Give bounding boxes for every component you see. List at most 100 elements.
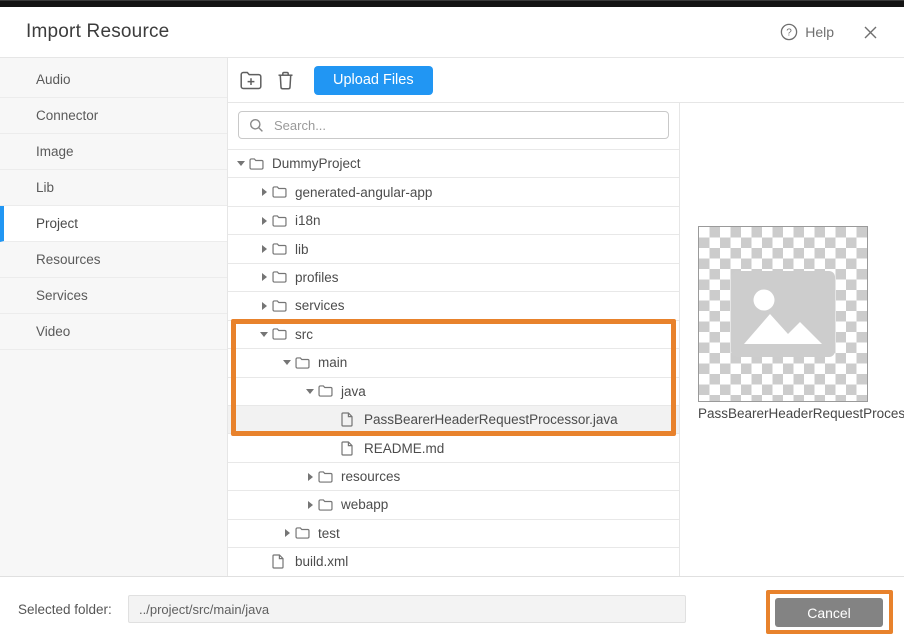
preview-image <box>698 226 868 402</box>
tree-node-label: generated-angular-app <box>295 185 432 200</box>
tree-row-readme-md[interactable]: README.md <box>228 434 679 462</box>
file-icon <box>341 441 356 456</box>
tree-node-label: webapp <box>341 497 388 512</box>
sidebar-item-image[interactable]: Image <box>0 134 227 170</box>
sidebar-item-audio[interactable]: Audio <box>0 62 227 98</box>
expand-arrow-icon[interactable] <box>256 188 272 196</box>
sidebar-item-project[interactable]: Project <box>0 206 227 242</box>
tree-row-profiles[interactable]: profiles <box>228 264 679 292</box>
folder-icon <box>272 186 287 198</box>
sidebar-item-services[interactable]: Services <box>0 278 227 314</box>
sidebar-item-lib[interactable]: Lib <box>0 170 227 206</box>
folder-icon <box>318 499 333 511</box>
close-button[interactable] <box>860 22 880 42</box>
sidebar-item-label: Audio <box>36 72 71 87</box>
search-icon <box>249 118 264 133</box>
tree-node-label: resources <box>341 469 400 484</box>
import-resource-dialog: Import Resource ? Help Audio Connector Ima… <box>0 7 904 642</box>
sidebar-item-video[interactable]: Video <box>0 314 227 350</box>
help-button[interactable]: ? Help <box>780 23 834 41</box>
collapse-arrow-icon[interactable] <box>256 332 272 337</box>
preview-pane: PassBearerHeaderRequestProcessor.java <box>680 103 904 576</box>
sidebar-item-label: Project <box>36 216 78 231</box>
tree-row-resources[interactable]: resources <box>228 463 679 491</box>
expand-arrow-icon[interactable] <box>302 473 318 481</box>
folder-icon <box>272 243 287 255</box>
help-label: Help <box>805 24 834 40</box>
tree-node-label: lib <box>295 242 309 257</box>
tree-node-label: services <box>295 298 345 313</box>
sidebar-item-label: Connector <box>36 108 98 123</box>
sidebar-item-label: Image <box>36 144 74 159</box>
tree-row-build-xml[interactable]: build.xml <box>228 548 679 576</box>
folder-plus-icon <box>240 71 262 90</box>
folder-icon <box>318 471 333 483</box>
expand-arrow-icon[interactable] <box>256 273 272 281</box>
main-content: Upload Files DummyProjectgenerat <box>228 58 904 576</box>
toolbar: Upload Files <box>228 58 904 103</box>
sidebar-item-connector[interactable]: Connector <box>0 98 227 134</box>
file-icon <box>272 554 287 569</box>
folder-icon <box>272 328 287 340</box>
image-placeholder-icon <box>731 271 835 357</box>
search-input[interactable] <box>272 117 658 134</box>
screenshot-root: Import Resource ? Help Audio Connector Ima… <box>0 0 904 642</box>
tree-row-services[interactable]: services <box>228 292 679 320</box>
expand-arrow-icon[interactable] <box>302 501 318 509</box>
tree-row-generated-angular-app[interactable]: generated-angular-app <box>228 178 679 206</box>
expand-arrow-icon[interactable] <box>256 217 272 225</box>
sidebar-item-label: Services <box>36 288 88 303</box>
help-icon: ? <box>780 23 798 41</box>
selected-folder-input[interactable] <box>128 595 686 623</box>
tree-node-label: java <box>341 384 366 399</box>
folder-icon <box>295 527 310 539</box>
tree-row-dummyproject[interactable]: DummyProject <box>228 150 679 178</box>
dialog-body: Audio Connector Image Lib Project Resources Se… <box>0 58 904 576</box>
tree-row-webapp[interactable]: webapp <box>228 491 679 519</box>
folder-icon <box>272 300 287 312</box>
sidebar-item-label: Video <box>36 324 70 339</box>
tree-row-passbearerheaderrequestprocessor-java[interactable]: PassBearerHeaderRequestProcessor.java <box>228 406 679 434</box>
new-folder-button[interactable] <box>238 67 264 93</box>
dialog-footer: Selected folder: Cancel <box>0 576 904 642</box>
tree-row-java[interactable]: java <box>228 378 679 406</box>
sidebar-item-resources[interactable]: Resources <box>0 242 227 278</box>
cancel-button[interactable]: Cancel <box>775 598 883 627</box>
expand-arrow-icon[interactable] <box>256 245 272 253</box>
background-window-strip <box>0 0 904 7</box>
sidebar-item-label: Lib <box>36 180 54 195</box>
upload-files-button[interactable]: Upload Files <box>314 66 433 95</box>
tree-row-src[interactable]: src <box>228 321 679 349</box>
dialog-header: Import Resource ? Help <box>0 7 904 58</box>
tree-row-i18n[interactable]: i18n <box>228 207 679 235</box>
category-sidebar: Audio Connector Image Lib Project Resources Se… <box>0 58 228 576</box>
tree-node-label: README.md <box>364 441 444 456</box>
tree-row-main[interactable]: main <box>228 349 679 377</box>
selected-folder-label: Selected folder: <box>18 602 112 617</box>
delete-button[interactable] <box>272 67 298 93</box>
tree-node-label: src <box>295 327 313 342</box>
search-box <box>238 111 669 139</box>
collapse-arrow-icon[interactable] <box>279 360 295 365</box>
preview-file-name: PassBearerHeaderRequestProcessor.java <box>698 406 904 421</box>
folder-icon <box>249 158 264 170</box>
folder-icon <box>272 215 287 227</box>
search-wrapper <box>228 103 679 149</box>
tree-node-label: build.xml <box>295 554 348 569</box>
tree-row-test[interactable]: test <box>228 520 679 548</box>
svg-text:?: ? <box>786 28 792 39</box>
folder-icon <box>318 385 333 397</box>
trash-icon <box>277 71 294 90</box>
folder-icon <box>295 357 310 369</box>
collapse-arrow-icon[interactable] <box>302 389 318 394</box>
file-icon <box>341 412 356 427</box>
tree-node-label: profiles <box>295 270 339 285</box>
collapse-arrow-icon[interactable] <box>233 161 249 166</box>
file-tree: DummyProject generated-angular-app i18n lib… <box>228 149 679 576</box>
close-icon <box>863 25 878 40</box>
tree-row-lib[interactable]: lib <box>228 235 679 263</box>
sidebar-item-label: Resources <box>36 252 101 267</box>
expand-arrow-icon[interactable] <box>256 302 272 310</box>
dialog-title: Import Resource <box>26 21 780 43</box>
expand-arrow-icon[interactable] <box>279 529 295 537</box>
